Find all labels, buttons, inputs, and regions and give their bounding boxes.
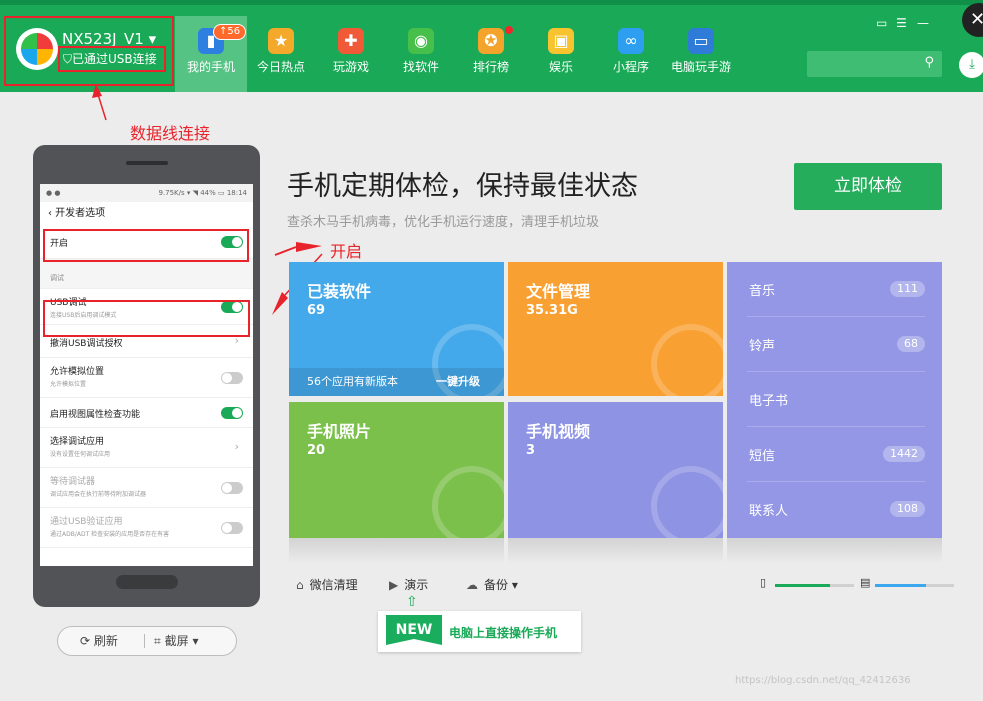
nav-label: 今日热点 bbox=[256, 60, 305, 74]
notification-dot bbox=[505, 26, 513, 34]
count-badge: 68 bbox=[897, 336, 925, 352]
annotation-cable: 数据线连接 bbox=[130, 124, 211, 143]
minimize-icon[interactable]: — bbox=[917, 16, 929, 30]
gamepad-icon: ✚ bbox=[338, 28, 364, 54]
star-icon: ★ bbox=[268, 28, 294, 54]
miniapp-icon: ∞ bbox=[618, 28, 644, 54]
developer-options-title: ‹ 开发者选项 bbox=[48, 208, 106, 219]
new-badge: NEW bbox=[386, 615, 442, 645]
media-item[interactable]: 电子书 bbox=[747, 372, 925, 427]
setting-row[interactable]: 等待调试器 调试应用会在执行前等待附加调试器 bbox=[40, 468, 253, 508]
usb-status: ⛉已通过USB连接 bbox=[58, 46, 166, 72]
arrow-up-icon: ⇧ bbox=[406, 594, 418, 610]
search-icon[interactable]: ⚲ bbox=[924, 55, 934, 70]
chevron-right-icon: › bbox=[234, 440, 239, 453]
badge: ↑56 bbox=[213, 24, 247, 40]
screenshot-button[interactable]: ⌗ 截屏 ▾ bbox=[154, 627, 198, 655]
download-icon[interactable]: ⤓ bbox=[959, 52, 983, 78]
toggle-switch[interactable] bbox=[221, 522, 243, 534]
setting-row[interactable]: 允许模拟位置 允许模拟位置 bbox=[40, 358, 253, 398]
tile-installed-apps[interactable]: 已装软件 69 56个应用有新版本 一键升级 bbox=[289, 262, 504, 396]
nav-tab-2[interactable]: ✚ 玩游戏 bbox=[315, 16, 387, 92]
media-item[interactable]: 短信 1442 bbox=[747, 427, 925, 482]
page-subtitle: 查杀木马手机病毒，优化手机运行速度，清理手机垃圾 bbox=[287, 215, 600, 230]
tile-phone-photos[interactable]: 手机照片 20 bbox=[289, 402, 504, 538]
nav-tab-5[interactable]: ▣ 娱乐 bbox=[525, 16, 597, 92]
phone-status-bar: ● ● 9.75K/s ▾ ◥ 44% ▭ 18:14 bbox=[40, 184, 253, 202]
medal-icon: ✪ bbox=[478, 28, 504, 54]
sd-storage-icon: ▤ bbox=[860, 576, 871, 589]
nav-tab-7[interactable]: ▭ 电脑玩手游 bbox=[665, 16, 737, 92]
nav-tab-1[interactable]: ★ 今日热点 bbox=[245, 16, 317, 92]
app-logo bbox=[16, 28, 58, 70]
apps-update-strip: 56个应用有新版本 一键升级 bbox=[289, 368, 504, 396]
nav-label: 娱乐 bbox=[548, 60, 573, 74]
setting-row: 调试 bbox=[40, 259, 253, 289]
toggle-switch[interactable] bbox=[221, 372, 243, 384]
cloud-icon: ☁ bbox=[466, 578, 478, 592]
usb-shield-icon: ⛉ bbox=[63, 52, 73, 66]
menu-icon[interactable]: ☰ bbox=[896, 16, 907, 30]
nav-label: 我的手机 bbox=[186, 60, 235, 74]
play-watermark-icon bbox=[651, 466, 723, 538]
android-icon: ◉ bbox=[408, 28, 434, 54]
annotation-enable: 开启 bbox=[330, 242, 363, 261]
check-now-button[interactable]: 立即体检 bbox=[794, 163, 942, 210]
count-badge: 111 bbox=[890, 281, 925, 297]
nav-tab-3[interactable]: ◉ 找软件 bbox=[385, 16, 457, 92]
highlight-usb-debug bbox=[43, 300, 250, 337]
upgrade-all-button[interactable]: 一键升级 bbox=[436, 368, 480, 396]
setting-row[interactable]: 通过USB验证应用 通过ADB/ADT 检查安装的应用是否存在有害 bbox=[40, 508, 253, 548]
nav-label: 玩游戏 bbox=[332, 60, 369, 74]
broom-icon: ⌂ bbox=[296, 578, 304, 592]
setting-row[interactable]: 选择调试应用 没有设置任何调试应用 › bbox=[40, 428, 253, 468]
media-item[interactable]: 音乐 111 bbox=[747, 262, 925, 317]
folder-watermark-icon bbox=[651, 324, 723, 396]
phone-storage-bar bbox=[775, 584, 854, 587]
highlight-enable bbox=[43, 229, 249, 262]
nav-label: 小程序 bbox=[612, 60, 649, 74]
tile-phone-videos[interactable]: 手机视频 3 bbox=[508, 402, 723, 538]
device-panel[interactable]: NX523J_V1 ▾ ⛉已通过USB连接 bbox=[4, 16, 174, 86]
count-badge: 1442 bbox=[883, 446, 925, 462]
nav-label: 排行榜 bbox=[472, 60, 509, 74]
wechat-clean-button[interactable]: ⌂ 微信清理 bbox=[296, 576, 358, 593]
refresh-button[interactable]: ⟳ 刷新 bbox=[80, 627, 118, 655]
phone-actions: ⟳ 刷新 ⌗ 截屏 ▾ bbox=[57, 626, 237, 656]
nav-tab-4[interactable]: ✪ 排行榜 bbox=[455, 16, 527, 92]
count-badge: 108 bbox=[890, 501, 925, 517]
feedback-icon[interactable]: ▭ bbox=[876, 16, 887, 30]
sd-storage-bar bbox=[875, 584, 954, 587]
nav-tab-0[interactable]: ▮ ↑56 我的手机 bbox=[175, 16, 247, 92]
page-title: 手机定期体检，保持最佳状态 bbox=[287, 171, 638, 202]
toggle-switch[interactable] bbox=[221, 482, 243, 494]
nav-label: 找软件 bbox=[402, 60, 439, 74]
toggle-switch[interactable] bbox=[221, 407, 243, 419]
pc-game-icon: ▭ bbox=[688, 28, 714, 54]
nav-tab-6[interactable]: ∞ 小程序 bbox=[595, 16, 667, 92]
phone-storage-icon: ▯ bbox=[760, 576, 767, 589]
title-strip bbox=[0, 0, 983, 5]
new-feature-text: 电脑上直接操作手机 bbox=[449, 626, 558, 640]
tile-file-manager[interactable]: 文件管理 35.31G bbox=[508, 262, 723, 396]
gift-icon: ▣ bbox=[548, 28, 574, 54]
refresh-icon: ⟳ bbox=[80, 634, 91, 648]
watermark: https://blog.csdn.net/qq_42412636 bbox=[735, 675, 911, 686]
play-icon: ▶ bbox=[389, 578, 399, 592]
photo-watermark-icon bbox=[432, 466, 504, 538]
backup-button[interactable]: ☁ 备份 ▾ bbox=[466, 576, 518, 593]
media-item[interactable]: 铃声 68 bbox=[747, 317, 925, 372]
setting-row[interactable]: 启用视图属性检查功能 bbox=[40, 398, 253, 428]
crop-icon: ⌗ bbox=[154, 634, 161, 648]
nav-label: 电脑玩手游 bbox=[670, 60, 731, 74]
new-feature-card[interactable]: NEW 电脑上直接操作手机 bbox=[378, 611, 581, 652]
demo-button[interactable]: ▶ 演示 bbox=[389, 576, 428, 593]
search-box[interactable]: ⚲ bbox=[807, 51, 942, 77]
media-item[interactable]: 联系人 108 bbox=[747, 482, 925, 537]
